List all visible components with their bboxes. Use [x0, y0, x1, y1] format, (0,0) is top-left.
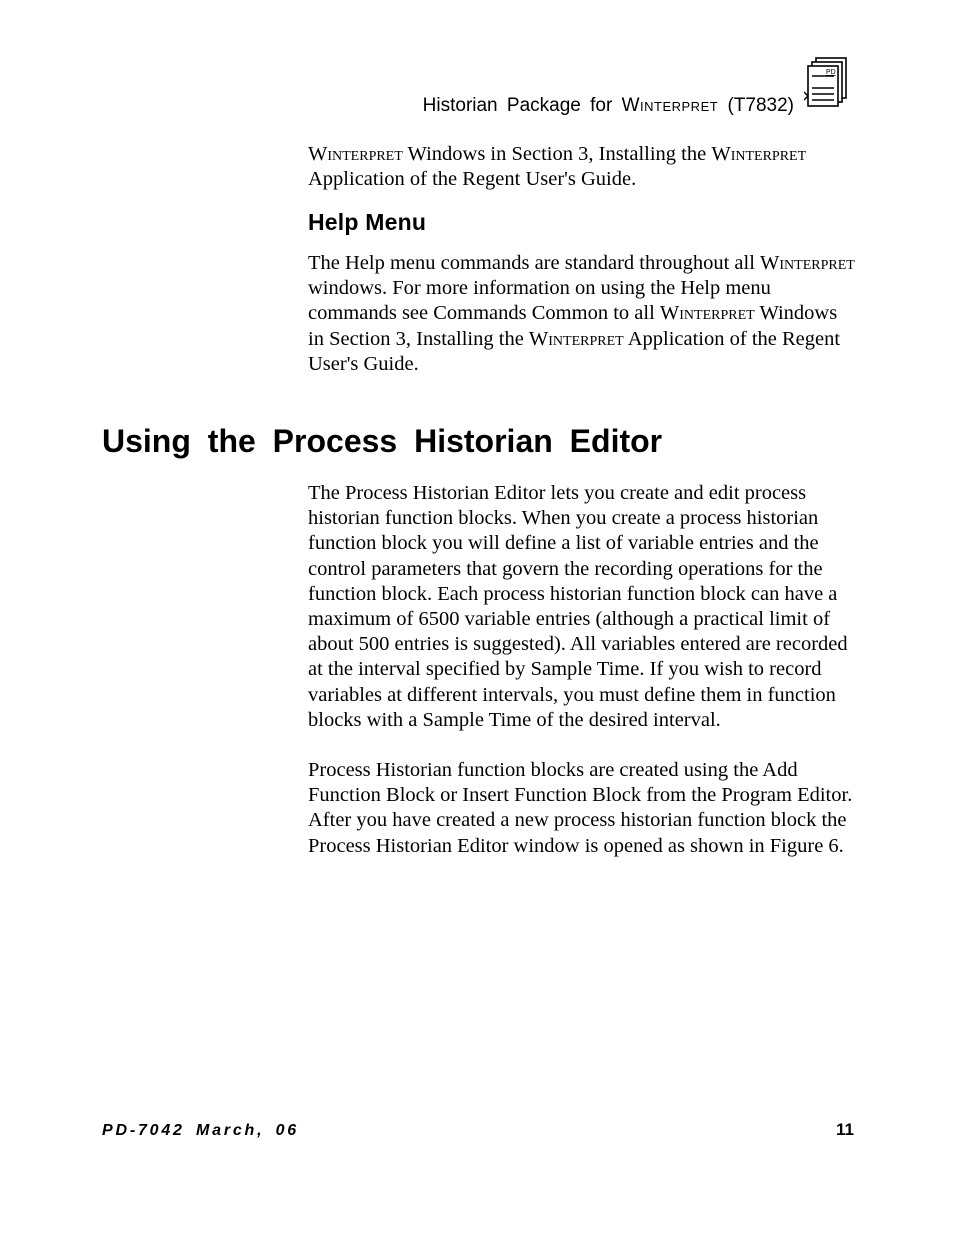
- smallcaps-winterpret: Winterpret: [529, 328, 624, 350]
- footer-page-number: 11: [836, 1120, 854, 1140]
- intro-paragraph-continuation: Winterpret Windows in Section 3, Install…: [308, 142, 856, 192]
- smallcaps-winterpret: Winterpret: [660, 302, 755, 324]
- page: Historian Package for Winterpret (T7832)…: [0, 0, 954, 1235]
- smallcaps-winterpret: Winterpret: [711, 143, 806, 165]
- help-menu-paragraph: The Help menu commands are standard thro…: [308, 251, 856, 377]
- text: Application of the Regent User's Guide.: [308, 168, 636, 190]
- running-header-text-pre: Historian Package for: [423, 95, 622, 116]
- pd-document-icon: PD: [804, 56, 854, 112]
- running-header-text-post: (T7832): [718, 95, 794, 116]
- editor-paragraph-2: Process Historian function blocks are cr…: [308, 758, 856, 859]
- smallcaps-winterpret: Winterpret: [760, 252, 855, 274]
- help-menu-heading: Help Menu: [308, 209, 426, 236]
- footer-doc-id: PD-7042 March, 06: [102, 1122, 299, 1140]
- pd-icon-label: PD: [826, 69, 836, 76]
- text: The Help menu commands are standard thro…: [308, 252, 760, 274]
- editor-paragraph-1: The Process Historian Editor lets you cr…: [308, 481, 856, 733]
- running-header: Historian Package for Winterpret (T7832): [423, 95, 794, 117]
- smallcaps-winterpret: Winterpret: [308, 143, 403, 165]
- section-heading: Using the Process Historian Editor: [102, 423, 662, 460]
- text: Windows in Section 3, Installing the: [403, 143, 712, 165]
- running-header-smallcaps: Winterpret: [622, 95, 719, 116]
